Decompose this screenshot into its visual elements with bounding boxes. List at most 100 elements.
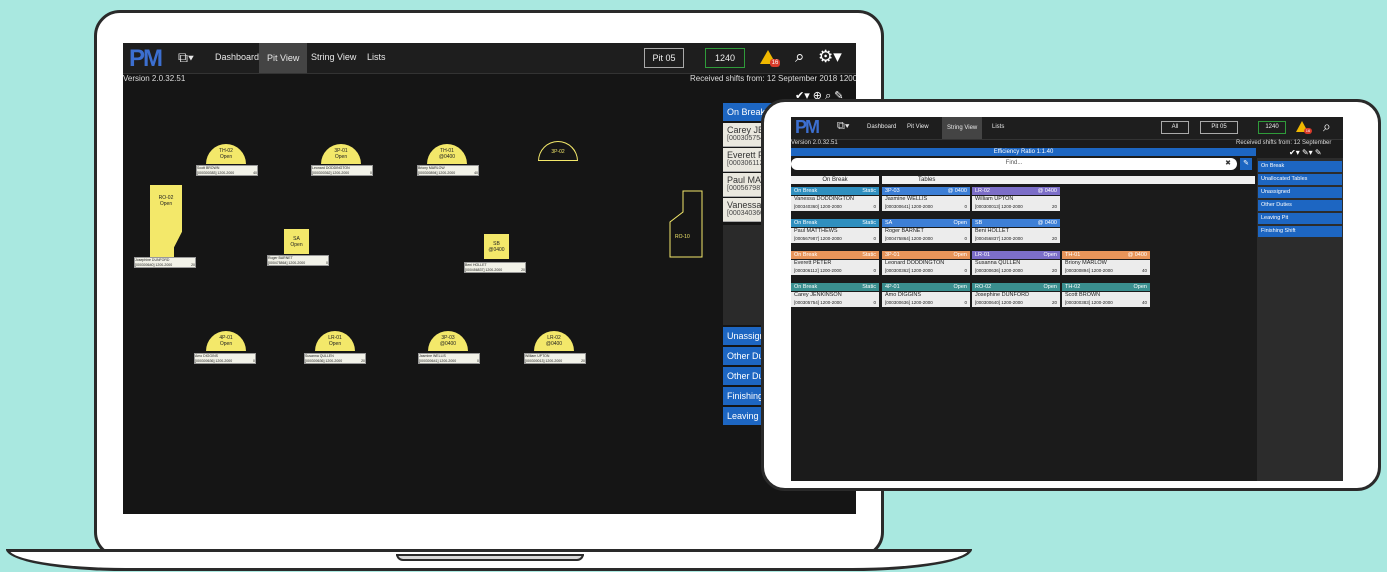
card-count: 0 (964, 268, 967, 273)
table-status: @0400 (545, 341, 563, 347)
table-sa[interactable]: SA Open (284, 229, 309, 254)
nav-dashboard[interactable]: Dashboard (215, 52, 259, 62)
card-body[interactable]: Paul MATTHEWS [000567987] 1200-2000 0 (791, 228, 879, 243)
dealer-label[interactable]: Jasmine WELLIS [000300641] 1200-2000 0 (418, 353, 480, 364)
dealer-label[interactable]: Briony MARLOW [000300894] 1200-2000 40 (417, 165, 479, 176)
card-header[interactable]: On Break Static (791, 251, 879, 259)
card-header[interactable]: LR-02 @ 0400 (972, 187, 1060, 195)
search-icon[interactable]: ⌕ (795, 47, 805, 67)
card-header[interactable]: On Break Static (791, 283, 879, 291)
card-body[interactable]: Leonard DODDINGTON [000300362] 1200-2000 0 (882, 260, 970, 275)
find-edit-icon[interactable]: ✎ (1240, 158, 1252, 170)
tablet-all-button[interactable]: All (1161, 121, 1189, 134)
card-body[interactable]: Briony MARLOW [000300894] 1200-2000 40 (1062, 260, 1150, 275)
table-th-02[interactable]: TH-02 Open (206, 144, 246, 164)
tablet-count-box[interactable]: 1240 (1258, 121, 1286, 134)
card-header-status: Static (862, 284, 876, 290)
card-body[interactable]: Roger BARNET [000475864] 1200-2000 0 (882, 228, 970, 243)
card-dealer-name: William UPTON (975, 196, 1014, 202)
card-count: 0 (873, 300, 876, 305)
tablet-search-icon[interactable]: ⌕ (1323, 118, 1331, 135)
tablet-sidebar-item-4[interactable]: Leaving Pit (1258, 213, 1342, 224)
card-body[interactable]: Jasmine WELLIS [000300641] 1200-2000 0 (882, 196, 970, 211)
table-lr-02[interactable]: LR-02 @0400 (534, 331, 574, 351)
table-3p-01[interactable]: 3P-01 Open (321, 144, 361, 164)
dealer-count: 0 (253, 358, 255, 363)
tablet-nav-lists[interactable]: Lists (992, 124, 1004, 130)
table-ro-10[interactable]: RO-10 (669, 190, 703, 258)
card-body[interactable]: Everett PETER [000306112] 1200-2000 0 (791, 260, 879, 275)
table-4p-01[interactable]: 4P-01 Open (206, 331, 246, 351)
card-body[interactable]: Vanessa DODDINGTON [000340360] 1200-2000 0 (791, 196, 879, 211)
nav-lists[interactable]: Lists (367, 52, 386, 62)
card-dealer-id: [000300894] 1200-2000 (1065, 268, 1113, 273)
card-header[interactable]: 4P-01 Open (882, 283, 970, 291)
tablet-sidebar-item-0[interactable]: On Break (1258, 161, 1342, 172)
card-header[interactable]: TH-02 Open (1062, 283, 1150, 291)
card-dealer-id: [000300013] 1200-2000 (975, 204, 1023, 209)
clear-find-icon[interactable]: ✖ (1225, 159, 1231, 167)
nav-pit-view[interactable]: Pit View (259, 43, 308, 73)
card-dealer-id: [000306112] 1200-2000 (794, 268, 842, 273)
card-body[interactable]: Beni HOLLET [000456837] 1200-2000 20 (972, 228, 1060, 243)
card-header[interactable]: 3P-01 Open (882, 251, 970, 259)
card-count: 0 (964, 204, 967, 209)
count-box[interactable]: 1240 (705, 48, 745, 68)
card-header[interactable]: On Break Static (791, 187, 879, 195)
tablet-sidebar-item-5[interactable]: Finishing Shift (1258, 226, 1342, 237)
card-body[interactable]: Josephine DUNFORD [000300640] 1200-2000 20 (972, 292, 1060, 307)
table-th-01[interactable]: TH-01 @0400 (427, 144, 467, 164)
tablet-windows-menu-icon[interactable]: ⧉▾ (837, 120, 849, 133)
card-body[interactable]: Amo DIGGINS [000300636] 1200-2000 0 (882, 292, 970, 307)
nav-string-view[interactable]: String View (311, 52, 356, 62)
card-header[interactable]: SB @ 0400 (972, 219, 1060, 227)
tablet-nav-dashboard[interactable]: Dashboard (867, 124, 896, 130)
pit-selector[interactable]: Pit 05 (644, 48, 684, 68)
table-3p-02[interactable]: 3P-02 (538, 141, 578, 161)
card-header[interactable]: LR-01 Open (972, 251, 1060, 259)
dealer-label[interactable]: Roger BARNET [000475864] 1200-2000 0 (267, 255, 329, 266)
card-header[interactable]: SA Open (882, 219, 970, 227)
dealer-label[interactable]: Leonard DODDINGTON [000300362] 1200-2000 0 (311, 165, 373, 176)
tablet-sidebar-item-2[interactable]: Unassigned (1258, 187, 1342, 198)
card-header[interactable]: TH-01 @ 0400 (1062, 251, 1150, 259)
dealer-label[interactable]: William UPTON [000300013] 1200-2000 20 (524, 353, 586, 364)
tablet-toolbar-icons[interactable]: ✔▾ ✎▾ ✎ (1289, 148, 1322, 157)
find-input[interactable]: Find... ✖ (791, 158, 1237, 170)
tablet-sidebar-item-3[interactable]: Other Duties (1258, 200, 1342, 211)
table-ro-02[interactable]: RO-02 Open (150, 185, 182, 263)
card-header-status: Static (862, 220, 876, 226)
dealer-id: [000300636] 1200-2000 (195, 358, 233, 363)
card-body[interactable]: William UPTON [000300013] 1200-2000 20 (972, 196, 1060, 211)
tablet-nav-string-view[interactable]: String View (942, 117, 983, 139)
dealer-label[interactable]: Beni HOLLET [000456837] 1200-2000 20 (464, 262, 526, 273)
card-body[interactable]: Carey JENKINSON [000305754] 1200-2000 0 (791, 292, 879, 307)
table-lr-01[interactable]: LR-01 Open (315, 331, 355, 351)
card-body[interactable]: Scott BROWN [000300383] 1200-2000 40 (1062, 292, 1150, 307)
dealer-label[interactable]: Susanna QULLEN [000300636] 1200-2000 20 (304, 353, 366, 364)
windows-menu-icon[interactable]: ⧉▾ (178, 49, 194, 66)
card-header[interactable]: RO-02 Open (972, 283, 1060, 291)
tablet-pit-selector[interactable]: Pit 05 (1200, 121, 1238, 134)
card-meta: [000300636] 1200-2000 20 (975, 267, 1057, 274)
card-dealer-id: [000300636] 1200-2000 (975, 268, 1023, 273)
card-header[interactable]: 3P-03 @ 0400 (882, 187, 970, 195)
table-status: @0400 (488, 247, 505, 253)
tablet-sidebar-item-1[interactable]: Unallocated Tables (1258, 174, 1342, 185)
tablet-nav-pit-view[interactable]: Pit View (907, 124, 929, 130)
card-meta: [000306112] 1200-2000 0 (794, 267, 876, 274)
table-3p-03[interactable]: 3P-03 @0400 (428, 331, 468, 351)
dealer-label[interactable]: Josephine DUNFORD [000300640] 1200-2000 20 (134, 257, 196, 268)
settings-gear-icon[interactable]: ⚙▾ (818, 47, 842, 67)
dealer-label[interactable]: Amo DIGGINS [000300636] 1200-2000 0 (194, 353, 256, 364)
dealer-label[interactable]: Scott BROWN [000300383] 1200-2000 40 (196, 165, 258, 176)
card-dealer-name: Josephine DUNFORD (975, 292, 1030, 298)
card-body[interactable]: Susanna QULLEN [000300636] 1200-2000 20 (972, 260, 1060, 275)
card-dealer-id: [000300362] 1200-2000 (885, 268, 933, 273)
dealer-meta: [000475864] 1200-2000 0 (268, 261, 328, 266)
card-meta: [000300362] 1200-2000 0 (885, 267, 967, 274)
dealer-count: 20 (191, 262, 195, 267)
card-header[interactable]: On Break Static (791, 219, 879, 227)
card-header-title: On Break (794, 220, 818, 226)
table-sb[interactable]: SB @0400 (484, 234, 509, 259)
